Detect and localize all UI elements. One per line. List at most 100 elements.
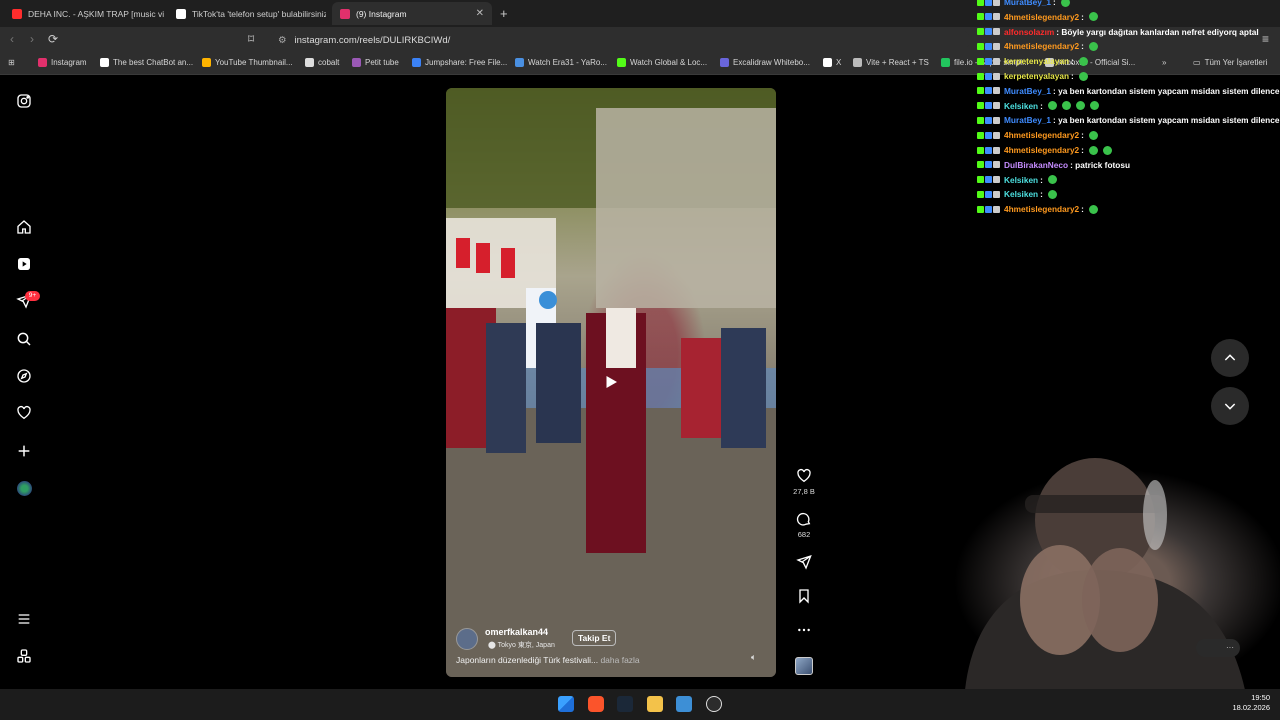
more-options-icon[interactable] (796, 622, 812, 638)
bookmark-item[interactable]: Watch Global & Loc... (617, 58, 707, 67)
bookmark-item[interactable]: Petit tube (352, 58, 399, 67)
steam-icon[interactable] (617, 696, 633, 712)
save-action[interactable] (794, 588, 814, 604)
more-link[interactable]: daha fazla (600, 655, 639, 665)
chat-username[interactable]: MuratBey_1 (1004, 0, 1051, 7)
chat-username[interactable]: 4hmetislegendary2 (1004, 12, 1079, 22)
profile-avatar[interactable] (15, 479, 33, 497)
emote-icon (1060, 0, 1070, 7)
share-action[interactable] (794, 554, 814, 570)
chat-username[interactable]: MuratBey_1 (1004, 115, 1051, 125)
back-icon[interactable]: ‹ (10, 32, 14, 46)
chat-text: : (1040, 174, 1043, 185)
chat-username[interactable]: 4hmetislegendary2 (1004, 41, 1079, 51)
badge-icon (993, 176, 1000, 184)
author-avatar[interactable] (456, 628, 478, 650)
user-badges (977, 116, 1000, 124)
forward-icon[interactable]: › (30, 32, 34, 46)
chat-text: : (1071, 56, 1074, 67)
file-explorer-icon[interactable] (647, 696, 663, 712)
bookmark-item[interactable]: Instagram (38, 58, 87, 67)
bookmark-item[interactable]: YouTube Thumbnail... (202, 58, 293, 67)
bookmark-item[interactable]: Jumpshare: Free File... (412, 58, 507, 67)
like-action[interactable]: 27,8 B (793, 468, 815, 496)
badge-icon (977, 102, 984, 110)
brave-browser-icon[interactable] (588, 696, 604, 712)
tab-instagram[interactable]: (9) Instagram ✕ (332, 2, 492, 25)
site-info-icon[interactable]: ⚙ (278, 35, 287, 46)
bookmark-item[interactable]: Excalidraw Whitebo... (720, 58, 810, 67)
menu-icon[interactable]: ≡ (1262, 32, 1269, 46)
bookmark-item[interactable]: Watch Era31 - YaRo... (515, 58, 607, 67)
chat-text: : (1081, 130, 1084, 141)
chat-username[interactable]: MuratBey_1 (1004, 86, 1051, 96)
obs-icon[interactable] (706, 696, 722, 712)
chat-username[interactable]: 4hmetislegendary2 (1004, 145, 1079, 155)
chat-username[interactable]: 4hmetislegendary2 (1004, 204, 1079, 214)
bookmark-favicon (617, 58, 626, 67)
tab-youtube[interactable]: DEHA INC. - AŞKIM TRAP [music vide (4, 2, 164, 25)
all-bookmarks-folder[interactable]: ▭ Tüm Yer İşaretleri (1193, 58, 1267, 67)
chat-message: 4hmetislegendary2 : (977, 12, 1098, 22)
more-menu-icon[interactable] (15, 610, 33, 628)
reel-location[interactable]: ⬤ Tokyo 東京, Japan (488, 640, 555, 650)
badge-icon (977, 87, 984, 95)
system-clock[interactable]: 19:50 18.02.2026 (1232, 693, 1270, 713)
close-tab-icon[interactable]: ✕ (476, 8, 484, 19)
more-options-action[interactable] (794, 622, 814, 638)
badge-icon (993, 72, 1000, 80)
chat-username[interactable]: alfonsolazım (1004, 27, 1054, 37)
bookmark-item[interactable]: cobalt (305, 58, 339, 67)
user-badges (977, 57, 1000, 65)
chat-message: 4hmetislegendary2 : (977, 130, 1098, 140)
bookmark-icon[interactable] (796, 588, 812, 604)
bookmark-item[interactable]: Vite + React + TS (853, 58, 929, 67)
audio-thumbnail[interactable] (795, 657, 813, 675)
play-icon[interactable] (602, 373, 620, 391)
bookmark-item[interactable]: The best ChatBot an... (100, 58, 193, 67)
more-bookmarks-icon[interactable]: » (1162, 58, 1166, 67)
badge-icon (977, 13, 984, 21)
also-from-meta-icon[interactable] (15, 647, 33, 665)
chat-username[interactable]: Kelsiken (1004, 189, 1038, 199)
search-icon[interactable] (15, 330, 33, 348)
home-icon[interactable] (15, 218, 33, 236)
chat-username[interactable]: Kelsiken (1004, 101, 1038, 111)
bookmark-page-icon[interactable]: ⌑ (248, 32, 254, 46)
next-reel-button[interactable] (1211, 387, 1249, 425)
reels-icon[interactable] (15, 255, 33, 273)
badge-icon (977, 146, 984, 154)
chat-text: : (1040, 100, 1043, 111)
chat-username[interactable]: Kelsiken (1004, 175, 1038, 185)
badge-icon (993, 13, 1000, 21)
explore-icon[interactable] (15, 367, 33, 385)
chat-username[interactable]: 4hmetislegendary2 (1004, 130, 1079, 140)
badge-icon (985, 57, 992, 65)
chat-username[interactable]: kerpetenyalayan (1004, 71, 1069, 81)
app-icon[interactable] (676, 696, 692, 712)
apps-icon[interactable]: ⊞ (8, 58, 15, 67)
chat-username[interactable]: DulBirakanNeco (1004, 160, 1068, 170)
mute-icon[interactable]: 🔈︎ (751, 652, 756, 663)
like-heart-icon[interactable] (796, 468, 812, 484)
start-icon[interactable] (558, 696, 574, 712)
reel-author[interactable]: omerfkalkan44 (485, 627, 548, 637)
bookmark-item[interactable]: X (823, 58, 841, 67)
bookmark-favicon (352, 58, 361, 67)
follow-button[interactable]: Takip Et (572, 630, 617, 646)
chat-text: : patrick fotosu (1070, 159, 1131, 170)
tab-tiktok[interactable]: TikTok'ta 'telefon setup' bulabilirsiniz (168, 2, 326, 25)
chat-message: kerpetenyalayan : (977, 56, 1088, 66)
new-tab-button[interactable]: + (500, 6, 508, 21)
previous-reel-button[interactable] (1211, 339, 1249, 377)
heart-icon[interactable] (15, 404, 33, 422)
share-icon[interactable] (796, 554, 812, 570)
url-field[interactable]: ⚙ instagram.com/reels/DULIRKBCIWd/ (270, 30, 970, 50)
create-icon[interactable] (15, 442, 33, 460)
reload-icon[interactable]: ⟳ (48, 32, 58, 46)
comment-action[interactable]: 682 (794, 511, 814, 539)
instagram-logo-icon[interactable] (15, 92, 33, 110)
comment-icon[interactable] (796, 511, 812, 527)
chat-username[interactable]: kerpetenyalayan (1004, 56, 1069, 66)
reactions-pill[interactable]: ··· (1196, 639, 1240, 657)
